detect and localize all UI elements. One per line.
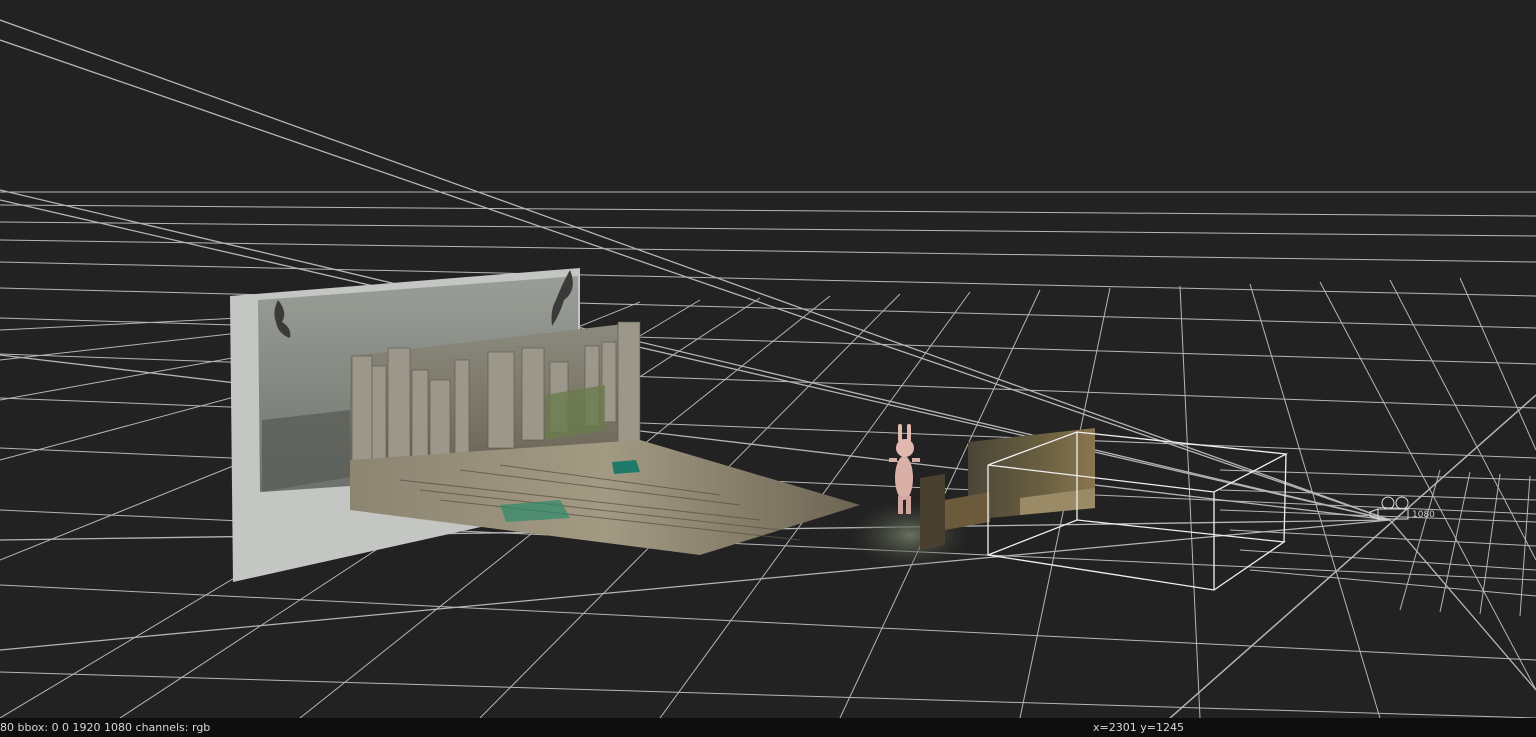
3d-viewport[interactable]: 1080 (0, 0, 1536, 718)
viewer-window: 1080 80 bbox: 0 0 1920 1080 channels: rg… (0, 0, 1536, 737)
scene-canvas[interactable]: 1080 (0, 0, 1536, 718)
format-info: 80 bbox: 0 0 1920 1080 channels: rgb (0, 721, 211, 734)
camera-label: 1080 (1412, 510, 1435, 520)
grid-floor (0, 19, 1536, 718)
cursor-coordinates: x=2301 y=1245 (1093, 721, 1184, 734)
status-bar: 80 bbox: 0 0 1920 1080 channels: rgb x=2… (0, 718, 1536, 737)
